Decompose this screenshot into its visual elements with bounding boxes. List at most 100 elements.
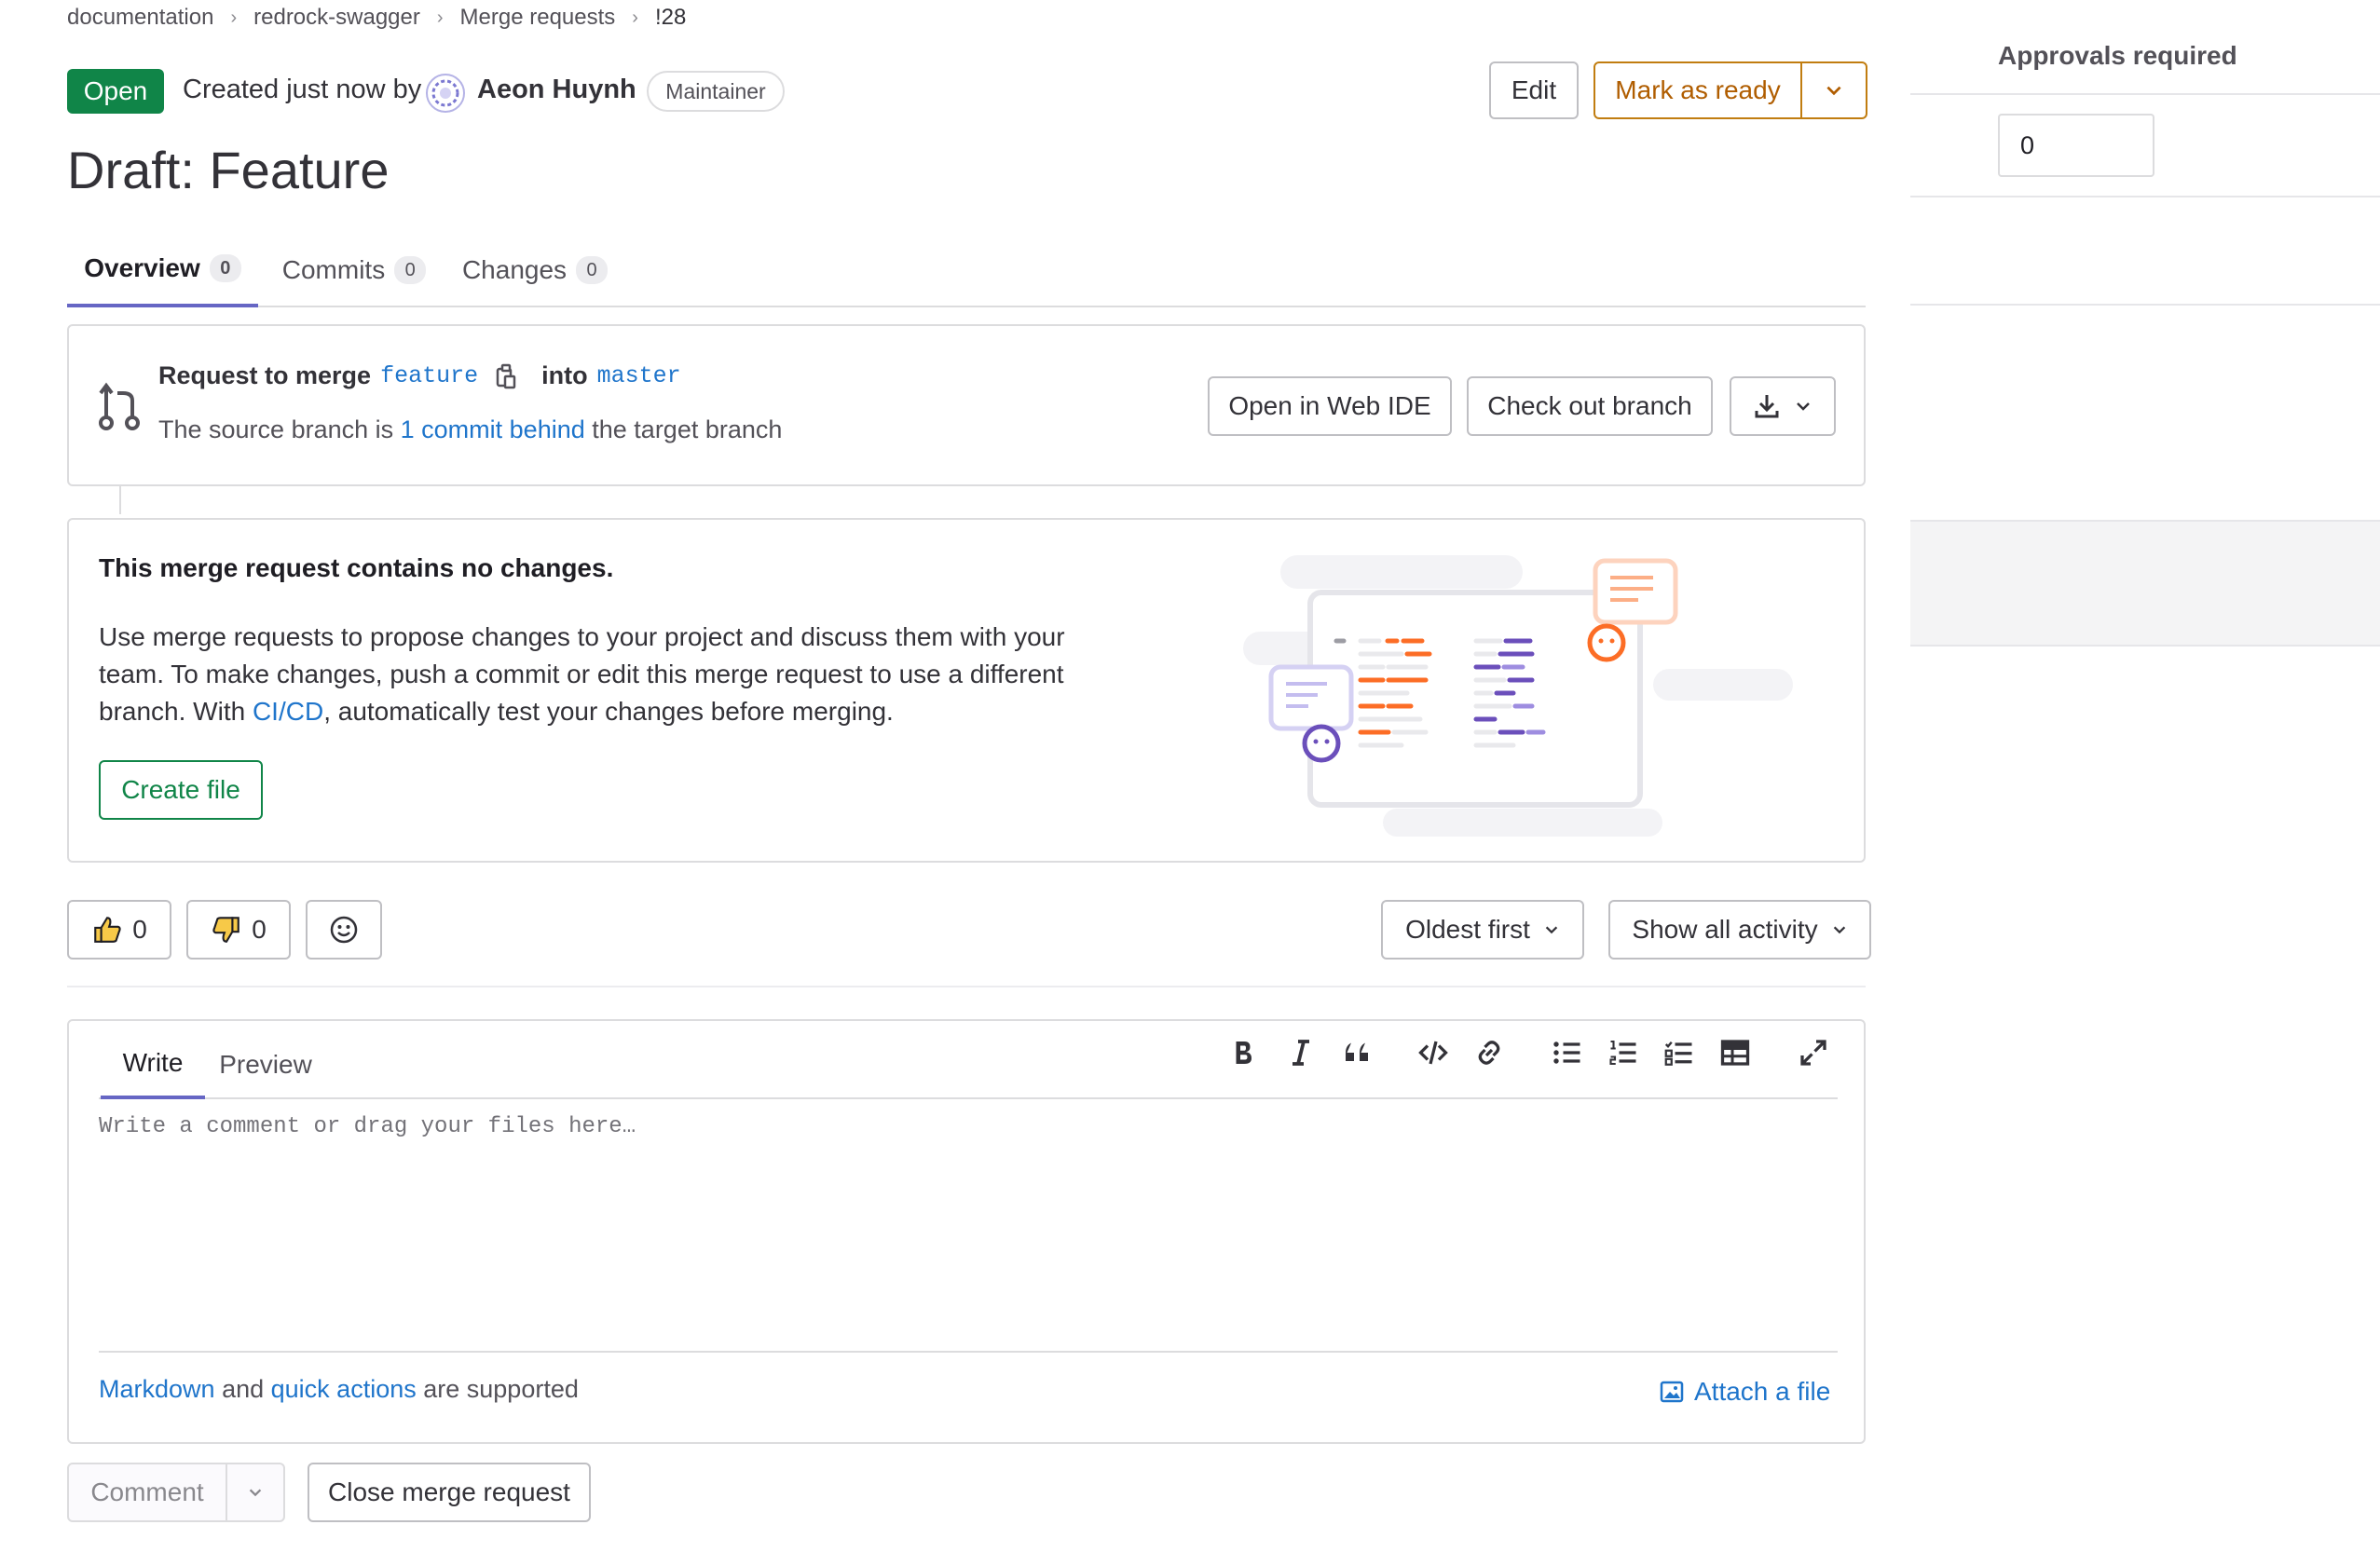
- tab-bar: Overview 0 Commits 0 Changes 0: [67, 233, 1866, 307]
- add-reaction-button[interactable]: [306, 900, 382, 960]
- sort-label: Oldest first: [1405, 915, 1530, 944]
- thumbs-up-count: 0: [132, 915, 147, 944]
- into-label: into: [541, 361, 588, 389]
- attach-file-button[interactable]: Attach a file: [1659, 1373, 1840, 1410]
- code-icon[interactable]: [1415, 1034, 1452, 1071]
- sidebar-divider: [1910, 93, 2380, 95]
- comment-label: Comment: [90, 1477, 204, 1506]
- chevron-down-icon: [1545, 926, 1558, 934]
- empty-state-illustration: [1243, 548, 1802, 846]
- chevron-right-icon: ›: [436, 7, 444, 28]
- close-merge-request-button[interactable]: Close merge request: [308, 1463, 591, 1522]
- comment-editor: Write Preview Write a comment or drag yo…: [67, 1019, 1866, 1444]
- chevron-down-icon: [1833, 926, 1845, 934]
- italic-icon[interactable]: [1282, 1034, 1320, 1071]
- sidebar-divider: [1910, 196, 2380, 197]
- link-icon[interactable]: [1470, 1034, 1508, 1071]
- quick-actions-link[interactable]: quick actions: [271, 1375, 417, 1403]
- description-line-1: Use merge requests to propose changes to…: [99, 622, 1065, 651]
- table-icon[interactable]: [1717, 1034, 1754, 1071]
- behind-suffix: the target branch: [592, 415, 783, 443]
- merge-request-icon: [97, 380, 144, 432]
- quote-icon[interactable]: [1338, 1034, 1375, 1071]
- check-out-branch-button[interactable]: Check out branch: [1467, 376, 1713, 436]
- tab-changes[interactable]: Changes 0: [451, 233, 619, 307]
- right-sidebar: Approvals required 0: [1910, 0, 2380, 1552]
- image-icon: [1660, 1381, 1684, 1403]
- breadcrumb-item-mr[interactable]: !28: [655, 5, 686, 31]
- avatar[interactable]: [425, 73, 466, 114]
- merge-info-panel: Request to merge feature into master The…: [67, 324, 1866, 486]
- chevron-down-icon: [1797, 402, 1810, 411]
- mark-as-ready-button[interactable]: Mark as ready: [1594, 61, 1802, 119]
- line3-prefix: branch. With: [99, 697, 246, 726]
- status-badge: Open: [67, 69, 164, 114]
- smiley-icon: [330, 916, 358, 944]
- breadcrumb-item-merge-requests[interactable]: Merge requests: [460, 5, 616, 31]
- created-text: Created just now by: [183, 75, 422, 104]
- tab-write-label: Write: [122, 1048, 184, 1077]
- sidebar-section: [1910, 520, 2380, 647]
- comment-options-dropdown[interactable]: [226, 1463, 285, 1522]
- bold-icon[interactable]: [1224, 1034, 1262, 1071]
- open-web-ide-button[interactable]: Open in Web IDE: [1208, 376, 1452, 436]
- create-file-button[interactable]: Create file: [99, 760, 263, 820]
- tab-preview[interactable]: Preview: [205, 1030, 326, 1099]
- author-name[interactable]: Aeon Huynh: [477, 75, 636, 105]
- empty-state-panel: This merge request contains no changes. …: [67, 518, 1866, 863]
- source-branch[interactable]: feature: [380, 362, 478, 389]
- mark-ready-dropdown-button[interactable]: [1800, 61, 1867, 119]
- breadcrumb-item-documentation[interactable]: documentation: [67, 5, 213, 31]
- markdown-link[interactable]: Markdown: [99, 1375, 215, 1403]
- description-line-3: branch. With CI/CD, automatically test y…: [99, 693, 1161, 730]
- comment-placeholder: Write a comment or drag your files here…: [99, 1114, 636, 1139]
- bullet-list-icon[interactable]: [1549, 1034, 1586, 1071]
- mark-as-ready-label: Mark as ready: [1615, 75, 1781, 104]
- thumbs-down-button[interactable]: 0: [186, 900, 291, 960]
- tab-write[interactable]: Write: [101, 1030, 205, 1099]
- activity-filter-dropdown[interactable]: Show all activity: [1608, 900, 1871, 960]
- tab-commits[interactable]: Commits 0: [270, 233, 438, 307]
- thumbs-up-button[interactable]: 0: [67, 900, 171, 960]
- commits-behind-link[interactable]: 1 commit behind: [401, 415, 585, 443]
- tab-overview-label: Overview: [84, 253, 200, 282]
- request-to-merge-label: Request to merge: [158, 361, 372, 389]
- activity-filter-label: Show all activity: [1632, 915, 1818, 944]
- chevron-down-icon: [1826, 86, 1841, 96]
- thumbs-down-count: 0: [252, 915, 267, 944]
- markdown-help: Markdown and quick actions are supported: [99, 1375, 579, 1404]
- numbered-list-icon[interactable]: [1605, 1034, 1642, 1071]
- copy-icon[interactable]: [495, 363, 517, 389]
- chevron-right-icon: ›: [230, 7, 238, 28]
- task-list-icon[interactable]: [1661, 1034, 1698, 1071]
- supported-text: are supported: [423, 1375, 579, 1403]
- merge-branches-line: Request to merge feature into master: [158, 361, 681, 390]
- approvals-required-input[interactable]: 0: [1998, 114, 2154, 177]
- timeline-connector: [119, 486, 121, 514]
- chevron-down-icon: [249, 1489, 262, 1497]
- page-title: Draft: Feature: [67, 141, 390, 199]
- divider: [67, 986, 1866, 987]
- line3-suffix: , automatically test your changes before…: [323, 697, 894, 726]
- editor-footer-divider: [99, 1351, 1838, 1353]
- sort-dropdown[interactable]: Oldest first: [1381, 900, 1584, 960]
- ci-cd-link[interactable]: CI/CD: [253, 697, 323, 726]
- tab-overview-count: 0: [209, 254, 241, 282]
- tab-preview-label: Preview: [219, 1050, 312, 1079]
- empty-state-description: Use merge requests to propose changes to…: [99, 619, 1161, 730]
- download-icon: [1755, 395, 1779, 418]
- download-dropdown-button[interactable]: [1730, 376, 1836, 436]
- tab-overview[interactable]: Overview 0: [67, 233, 258, 307]
- breadcrumb-item-project[interactable]: redrock-swagger: [253, 5, 420, 31]
- comment-button[interactable]: Comment: [67, 1463, 227, 1522]
- description-line-2: team. To make changes, push a commit or …: [99, 660, 1064, 688]
- approvals-required-label: Approvals required: [1998, 41, 2237, 70]
- thumbs-down-icon: [211, 914, 242, 946]
- breadcrumb: documentation › redrock-swagger › Merge …: [67, 2, 686, 34]
- approvals-required-value: 0: [2020, 130, 2035, 159]
- fullscreen-icon[interactable]: [1795, 1034, 1832, 1071]
- sidebar-divider: [1910, 304, 2380, 306]
- role-badge: Maintainer: [647, 71, 785, 112]
- target-branch[interactable]: master: [597, 362, 681, 389]
- edit-button[interactable]: Edit: [1489, 61, 1579, 119]
